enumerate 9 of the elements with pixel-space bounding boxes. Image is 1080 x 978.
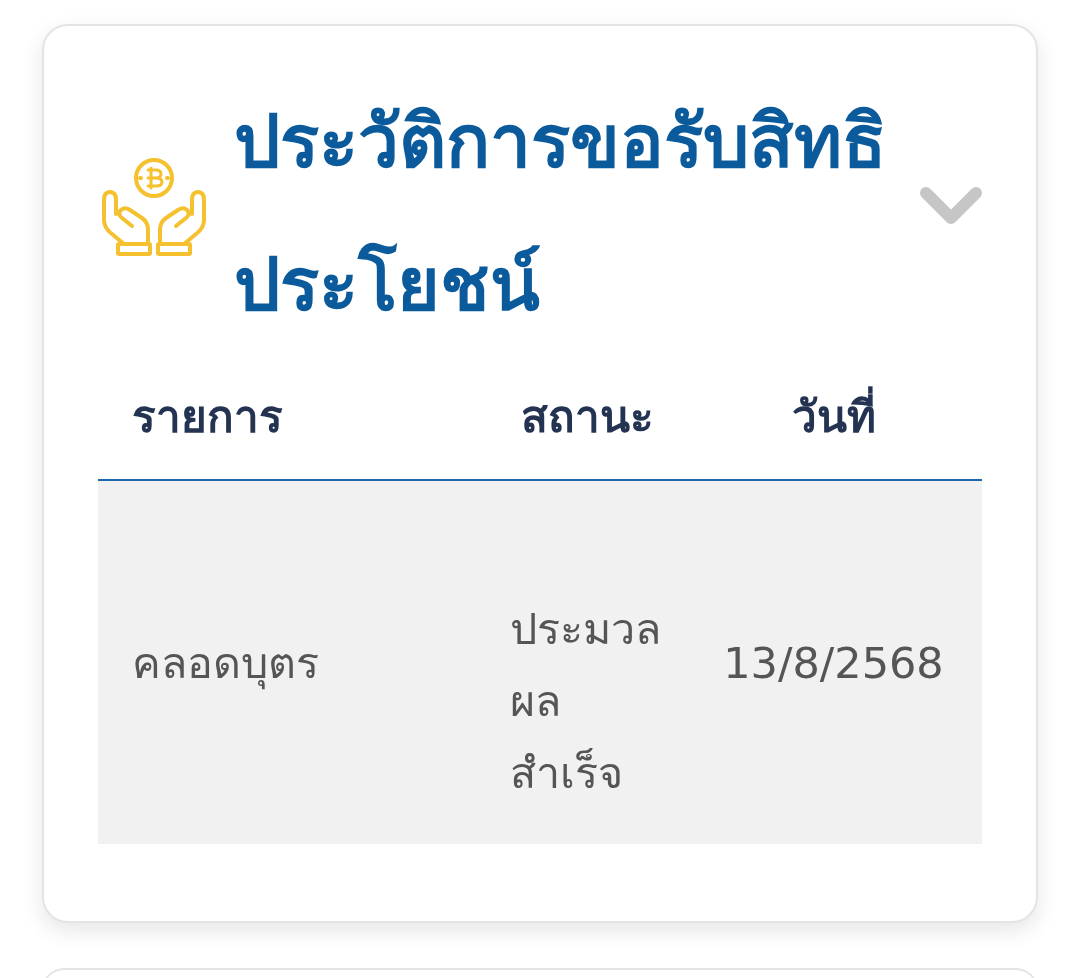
collapse-button[interactable] — [919, 186, 983, 226]
column-header: สถานะ — [521, 390, 654, 445]
chevron-down-icon — [919, 186, 983, 226]
table-cell-text: คลอดบุตร — [132, 636, 319, 692]
card-title: ประวัติการขอรับสิทธิประโยชน์ — [234, 98, 888, 329]
table-cell-text: ประมวลผลสำเร็จ — [510, 602, 662, 800]
column-header: วันที่ — [791, 382, 876, 453]
column-header: รายการ — [132, 390, 283, 445]
table-cell-text: 13/8/2568 — [723, 636, 944, 690]
